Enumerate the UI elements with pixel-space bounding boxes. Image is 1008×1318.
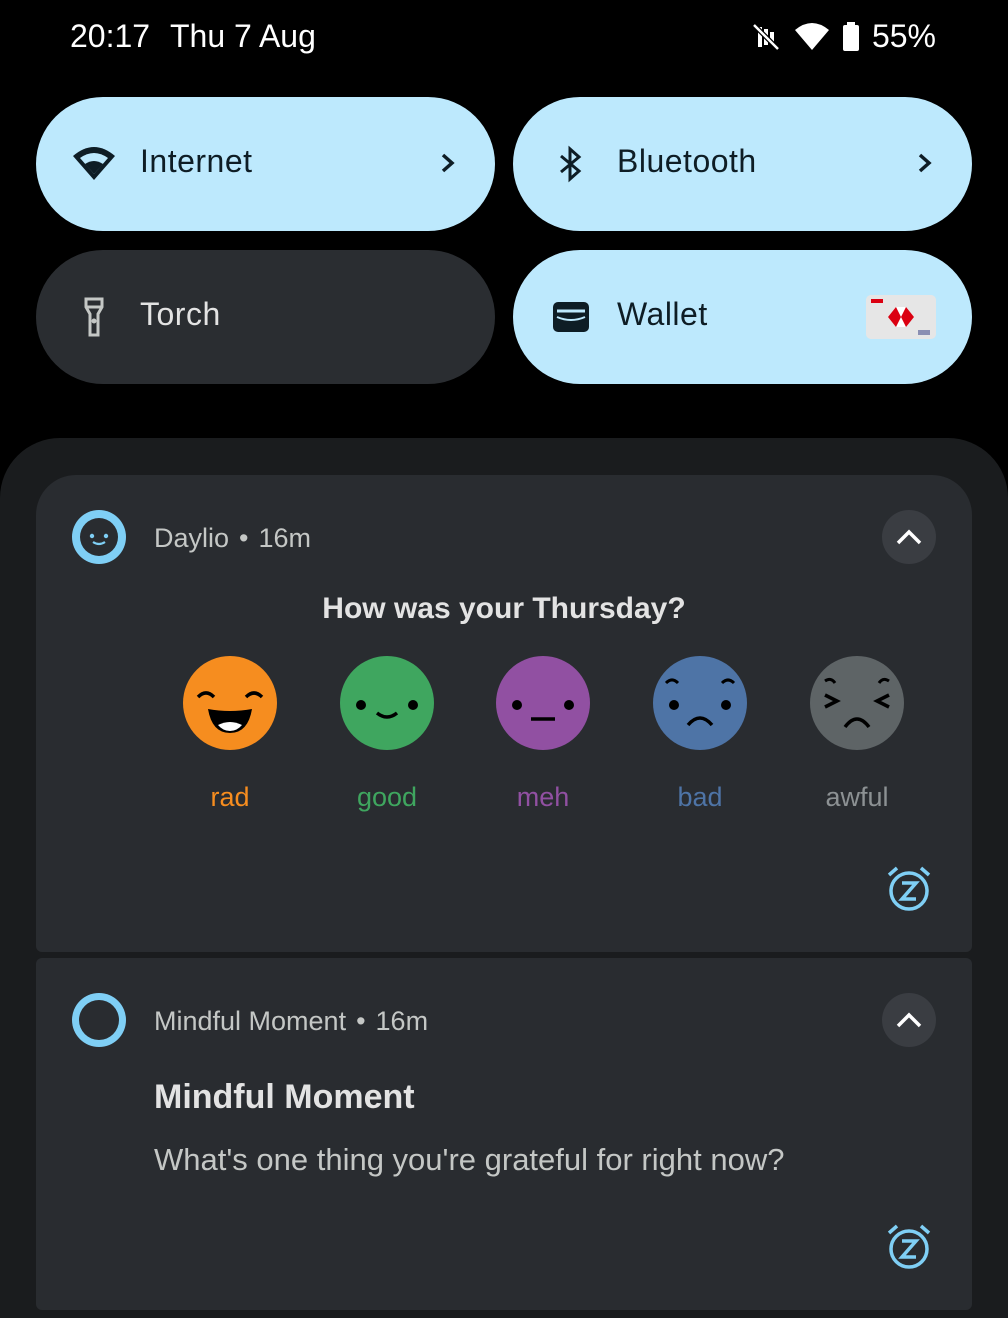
notification-title: Mindful Moment bbox=[154, 1078, 415, 1116]
mute-icon bbox=[752, 22, 780, 51]
card-thumbnail bbox=[866, 295, 936, 339]
tile-torch[interactable]: Torch bbox=[36, 250, 495, 384]
wallet-icon bbox=[553, 302, 589, 332]
header-separator: • bbox=[239, 523, 249, 553]
app-name: Mindful Moment bbox=[154, 1006, 347, 1036]
mindful-moment-app-icon bbox=[72, 993, 126, 1047]
status-bar: 20:17 Thu 7 Aug 55% bbox=[0, 0, 1008, 80]
header-separator: • bbox=[356, 1006, 366, 1036]
mood-awful-button[interactable]: awful bbox=[797, 655, 917, 813]
mood-rad-label: rad bbox=[210, 782, 250, 812]
wifi-icon bbox=[794, 22, 829, 50]
battery-icon bbox=[842, 21, 859, 51]
notification-header: Mindful Moment • 16m bbox=[154, 1006, 428, 1037]
mood-awful-label: awful bbox=[825, 782, 889, 812]
rad-face-icon bbox=[183, 656, 277, 750]
mood-good-button[interactable]: good bbox=[327, 655, 447, 813]
tile-torch-label: Torch bbox=[140, 296, 221, 332]
wifi-icon bbox=[73, 147, 115, 180]
bad-face-icon bbox=[653, 656, 747, 750]
mood-meh-label: meh bbox=[516, 782, 570, 812]
app-name: Daylio bbox=[154, 523, 230, 553]
mood-question: How was your Thursday? bbox=[322, 592, 686, 625]
meh-face-icon bbox=[496, 656, 590, 750]
daylio-app-icon bbox=[72, 510, 126, 564]
mood-bad-label: bad bbox=[677, 782, 723, 812]
good-face-icon bbox=[340, 656, 434, 750]
battery-percentage: 55% bbox=[871, 18, 936, 54]
chevron-right-icon bbox=[441, 153, 455, 173]
chevron-up-icon bbox=[896, 1012, 922, 1028]
bluetooth-icon bbox=[560, 145, 582, 183]
status-icons: 55% bbox=[750, 18, 936, 55]
chevron-right-icon bbox=[918, 153, 932, 173]
mood-bad-button[interactable]: bad bbox=[640, 655, 760, 813]
notification-time: 16m bbox=[258, 523, 312, 553]
awful-face-icon bbox=[810, 656, 904, 750]
tile-internet-label: Internet bbox=[140, 143, 253, 179]
status-date: Thu 7 Aug bbox=[170, 18, 316, 54]
snooze-icon[interactable] bbox=[886, 1223, 932, 1271]
tile-bluetooth-label: Bluetooth bbox=[617, 143, 757, 179]
torch-icon bbox=[84, 297, 104, 337]
collapse-button[interactable] bbox=[882, 510, 936, 564]
notification-header: Daylio • 16m bbox=[154, 523, 311, 554]
notification-body: What's one thing you're grateful for rig… bbox=[154, 1142, 785, 1177]
mood-rad-button[interactable]: rad bbox=[170, 655, 290, 813]
daylio-notification[interactable]: Daylio • 16m How was your Thursday? rad go… bbox=[36, 475, 972, 952]
mood-good-label: good bbox=[356, 782, 418, 812]
status-time: 20:17 bbox=[70, 18, 151, 54]
chevron-up-icon bbox=[896, 529, 922, 545]
tile-wallet[interactable]: Wallet bbox=[513, 250, 972, 384]
collapse-button[interactable] bbox=[882, 993, 936, 1047]
tile-wallet-label: Wallet bbox=[617, 296, 708, 332]
tile-bluetooth[interactable]: Bluetooth bbox=[513, 97, 972, 231]
snooze-icon[interactable] bbox=[886, 865, 932, 913]
mood-meh-button[interactable]: meh bbox=[483, 655, 603, 813]
tile-internet[interactable]: Internet bbox=[36, 97, 495, 231]
notification-time: 16m bbox=[375, 1006, 429, 1036]
mindful-moment-notification[interactable]: Mindful Moment • 16m Mindful Moment What's… bbox=[36, 958, 972, 1310]
